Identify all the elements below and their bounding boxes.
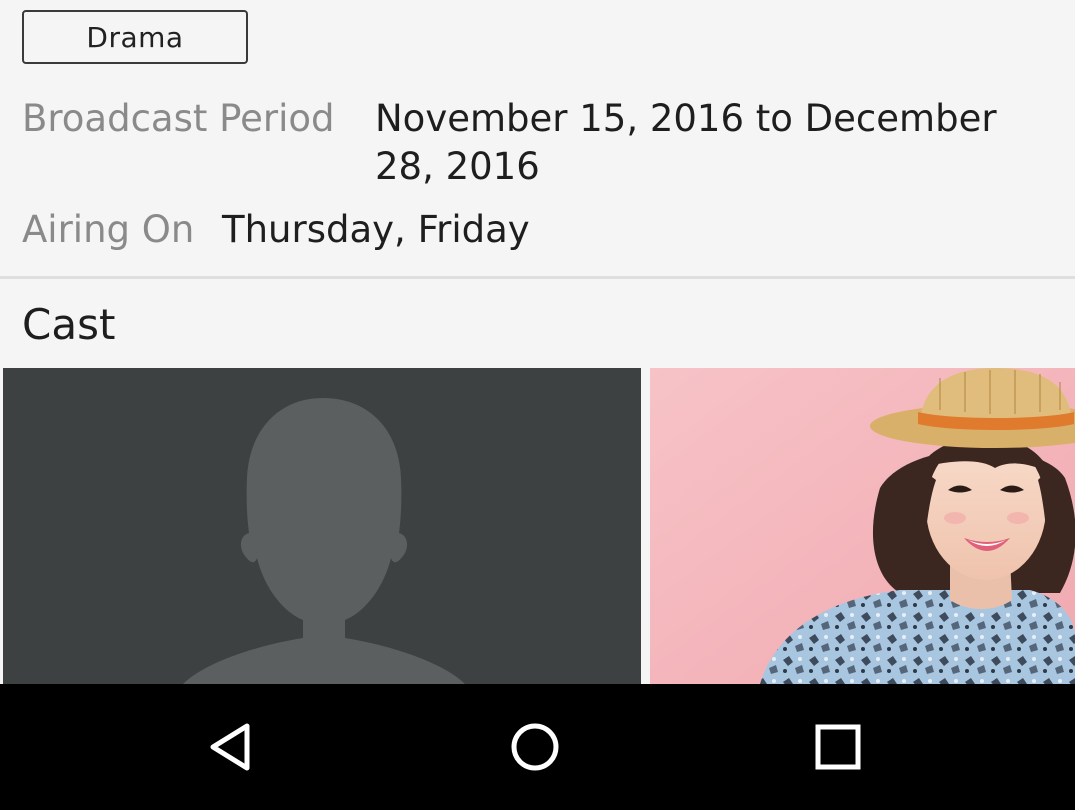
home-icon [511, 723, 559, 771]
system-navigation-bar [0, 684, 1075, 810]
drama-detail-page: Drama Broadcast Period November 15, 2016… [0, 0, 1075, 810]
cast-section-title: Cast [22, 300, 116, 349]
airing-on-value: Thursday, Friday [222, 208, 530, 251]
recents-button[interactable] [768, 684, 908, 810]
broadcast-period-label: Broadcast Period [22, 97, 335, 140]
recents-icon [815, 724, 861, 770]
airing-on-label: Airing On [22, 208, 195, 251]
broadcast-period-value: November 15, 2016 to December 28, 2016 [375, 97, 997, 188]
person-placeholder-icon [183, 398, 465, 684]
cast-card-placeholder[interactable] [3, 368, 641, 684]
back-icon [210, 723, 250, 771]
home-button[interactable] [465, 684, 605, 810]
cast-card-photo[interactable] [650, 368, 1075, 684]
back-button[interactable] [162, 684, 302, 810]
genre-tag[interactable]: Drama [22, 10, 248, 64]
section-divider [0, 276, 1075, 279]
actor-photo [650, 368, 1075, 684]
